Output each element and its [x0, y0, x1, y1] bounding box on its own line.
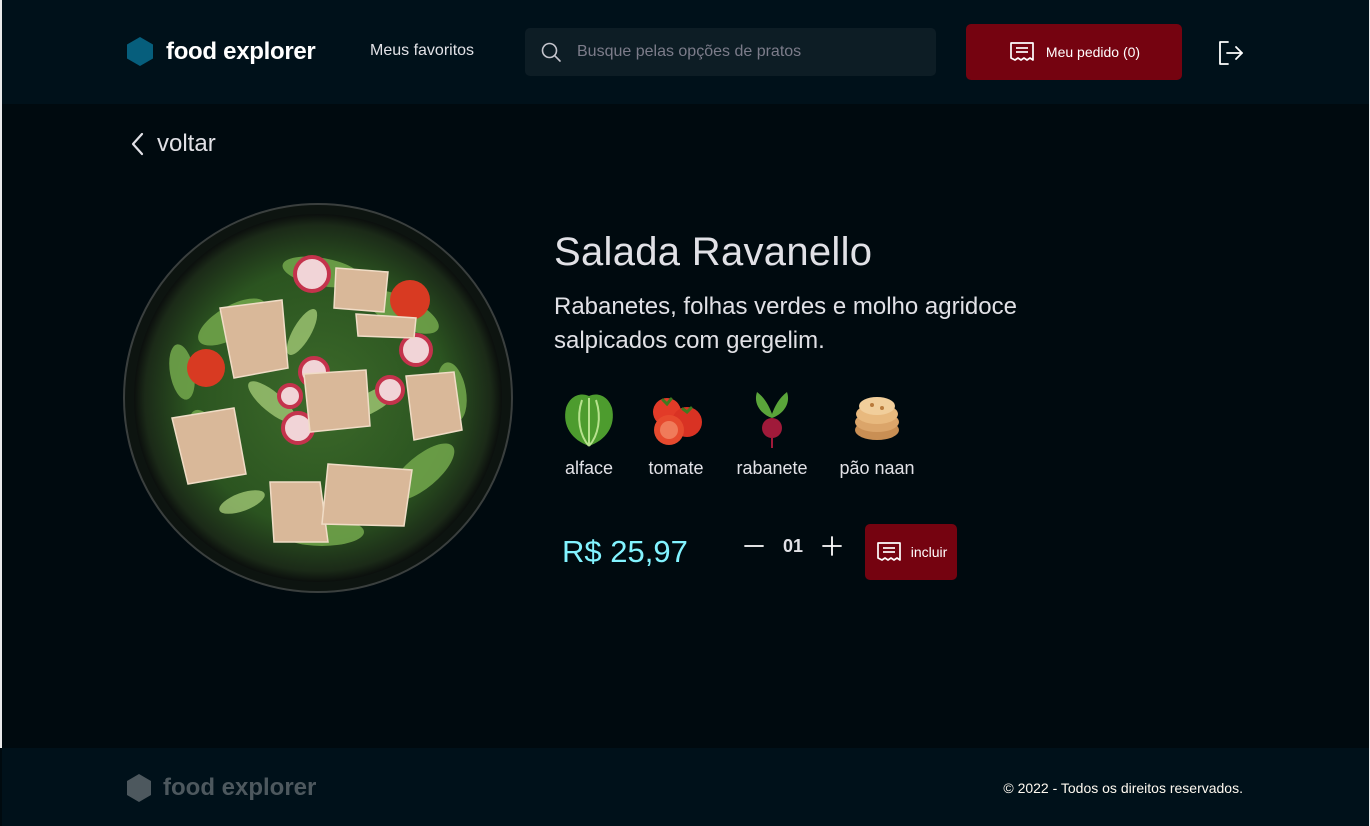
ingredient-item: pão naan [822, 388, 932, 479]
search-icon [541, 42, 561, 62]
my-order-label: Meu pedido (0) [1045, 44, 1141, 60]
ingredient-item: tomate [626, 388, 726, 479]
dish-title: Salada Ravanello [554, 230, 873, 274]
quantity-stepper: 01 [742, 534, 844, 558]
dish-image [123, 203, 513, 593]
copyright-text: © 2022 - Todos os direitos reservados. [1003, 780, 1243, 796]
footer-brand: food explorer [125, 773, 316, 803]
hexagon-logo-icon [127, 774, 151, 802]
chevron-left-icon [131, 132, 144, 156]
header: food explorer Meus favoritos Meu pedido … [2, 0, 1369, 104]
ingredient-label: rabanete [736, 458, 808, 478]
dish-description: Rabanetes, folhas verdes e molho agridoc… [554, 293, 1017, 354]
ingredient-label: pão naan [839, 458, 915, 478]
ingredient-label: tomate [648, 458, 704, 478]
include-button[interactable]: incluir [865, 524, 957, 580]
minus-icon[interactable] [742, 534, 766, 558]
tomato-icon [653, 397, 702, 445]
ingredient-item: rabanete [726, 388, 818, 479]
quantity-value: 01 [782, 535, 804, 556]
brand-logo[interactable]: food explorer [125, 36, 316, 67]
frame-border-left [0, 0, 2, 748]
ingredient-item: alface [554, 388, 624, 479]
my-order-button[interactable]: Meu pedido (0) [966, 24, 1182, 80]
receipt-icon [1010, 42, 1034, 61]
plus-icon[interactable] [820, 534, 844, 558]
search-bar[interactable] [525, 28, 936, 76]
hexagon-logo-icon [127, 37, 153, 66]
ingredient-label: alface [564, 458, 614, 478]
back-label: voltar [157, 130, 216, 157]
include-label: incluir [910, 544, 948, 560]
footer: food explorer © 2022 - Todos os direitos… [2, 748, 1369, 826]
dish-price: R$ 25,97 [562, 534, 688, 569]
back-link[interactable]: voltar [127, 129, 216, 159]
receipt-icon [876, 542, 901, 561]
footer-brand-name: food explorer [163, 774, 317, 801]
ingredients-list: alface tomate rabanete pão naan [554, 388, 932, 479]
lettuce-icon [565, 394, 613, 447]
naan-bread-icon [855, 397, 899, 440]
brand-name: food explorer [166, 37, 316, 65]
favorites-link[interactable]: Meus favoritos [370, 42, 474, 60]
radish-icon [755, 392, 789, 448]
search-input[interactable] [577, 43, 907, 61]
logout-icon[interactable] [1216, 38, 1246, 68]
